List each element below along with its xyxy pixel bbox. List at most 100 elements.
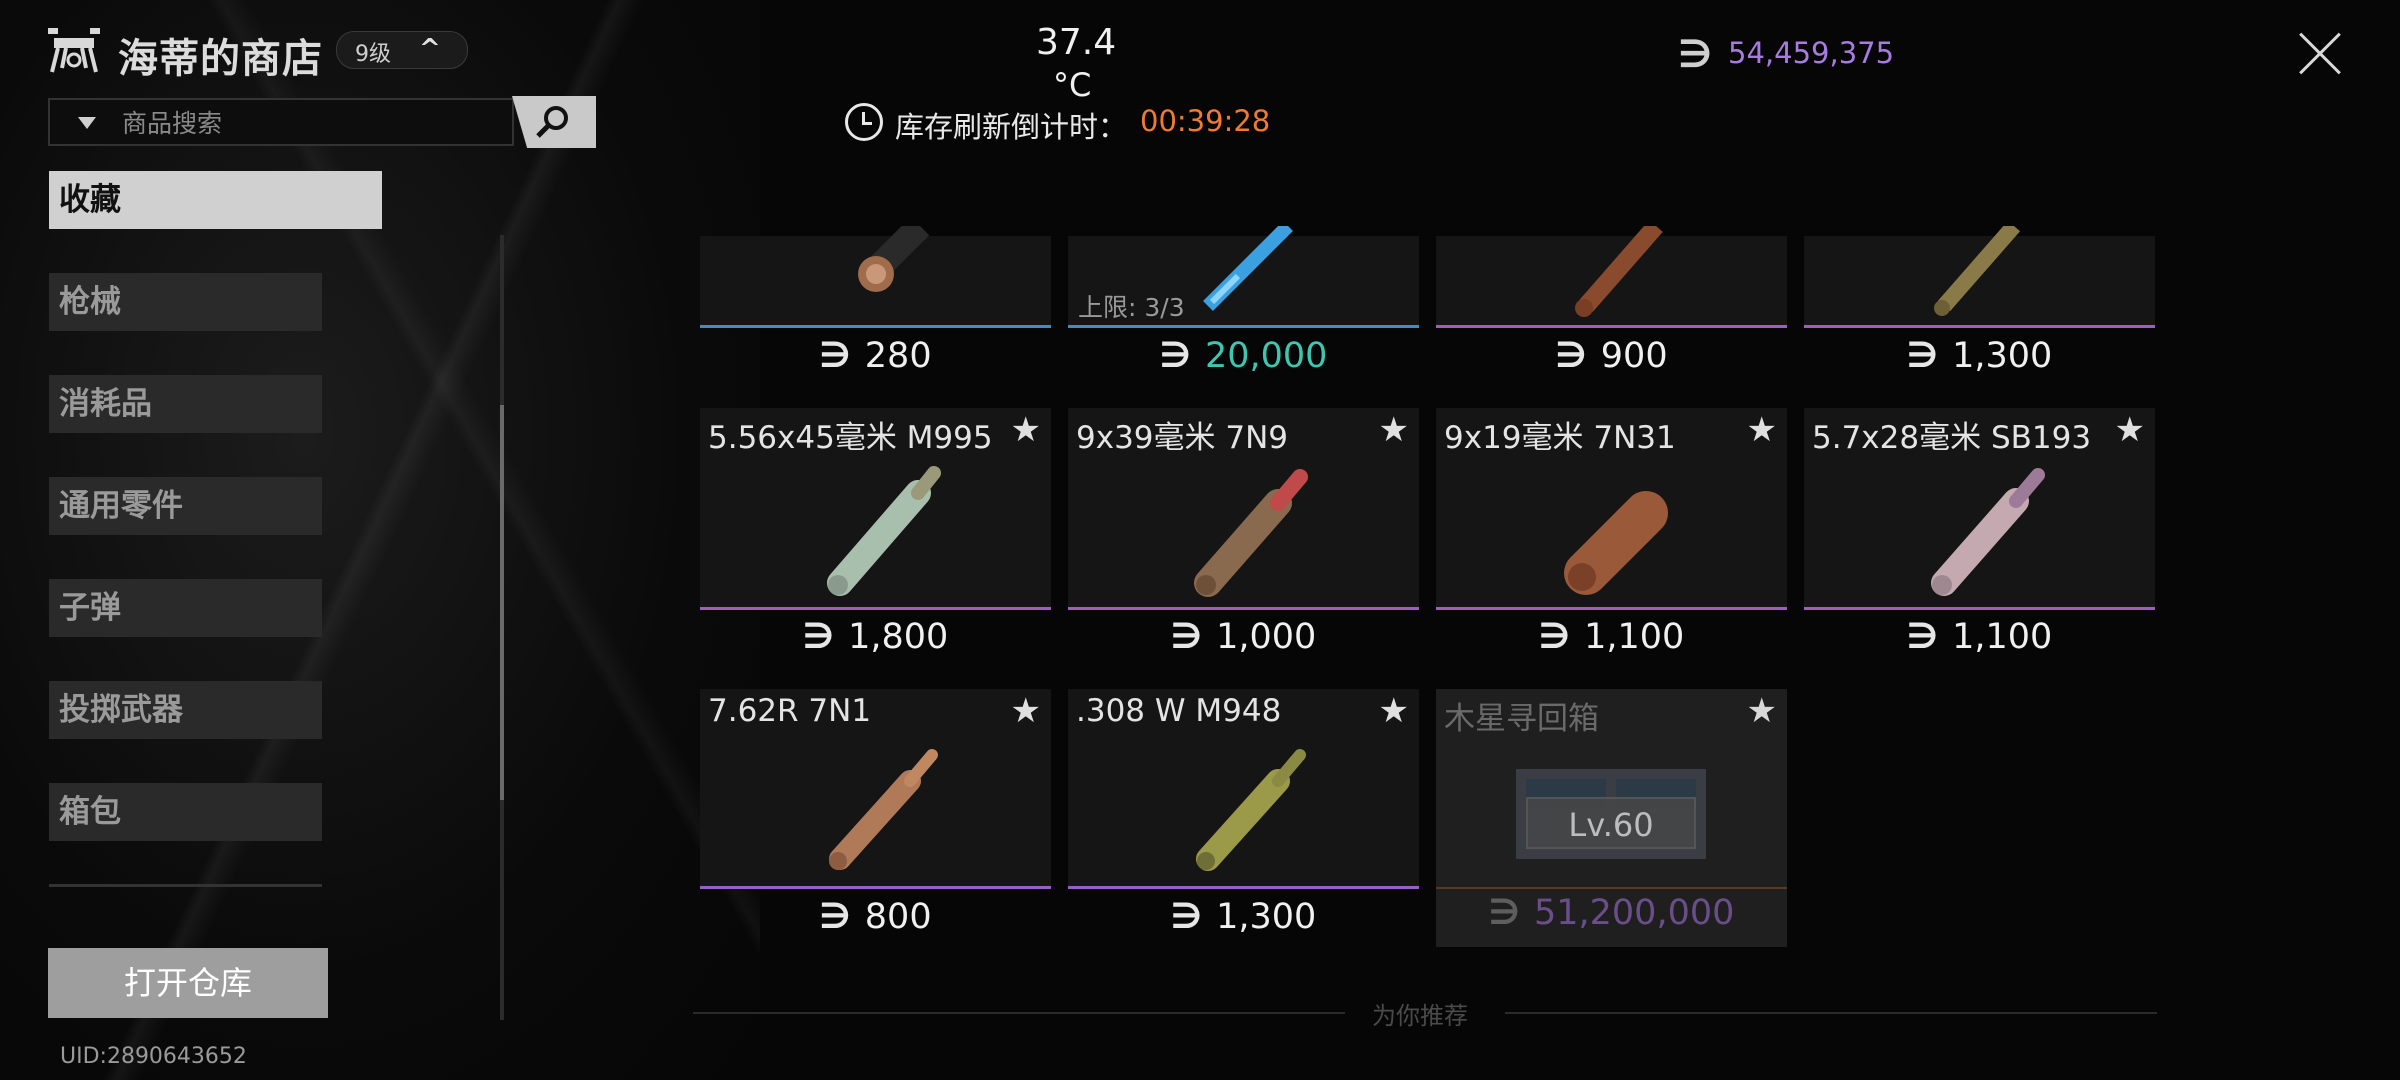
dropdown-triangle-icon[interactable] bbox=[78, 117, 96, 129]
currency-icon: ∋ bbox=[819, 336, 851, 376]
price-label: ∋ 1,000 bbox=[1068, 617, 1419, 657]
syringe-icon bbox=[1203, 226, 1293, 311]
rarity-bar bbox=[1436, 887, 1787, 889]
price-label: ∋ 51,200,000 bbox=[1436, 893, 1787, 933]
open-warehouse-button[interactable]: 打开仓库 bbox=[48, 948, 328, 1018]
price-label: ∋ 280 bbox=[700, 336, 1051, 376]
item-card[interactable]: 7.62R 7N1 ★ bbox=[700, 689, 1051, 889]
price-value: 280 bbox=[864, 336, 932, 376]
bullet-icon bbox=[1564, 491, 1668, 595]
bullet-icon bbox=[1194, 469, 1308, 597]
currency-icon: ∋ bbox=[819, 897, 851, 937]
divider-right bbox=[1505, 1012, 2157, 1014]
favorite-star-icon[interactable]: ★ bbox=[1379, 410, 1409, 450]
refresh-countdown: 00:39:28 bbox=[1140, 104, 1271, 138]
limit-label: 上限: bbox=[1078, 293, 1137, 322]
shop-title: 海蒂的商店 bbox=[118, 36, 323, 82]
favorite-star-icon[interactable]: ★ bbox=[1747, 410, 1777, 450]
currency-icon: ∋ bbox=[1678, 32, 1713, 76]
balance-value: 54,459,375 bbox=[1728, 36, 1895, 70]
favorite-star-icon[interactable]: ★ bbox=[1379, 691, 1409, 731]
temperature-value: 37.4 bbox=[1036, 22, 1117, 63]
price-label: ∋ 1,300 bbox=[1804, 336, 2155, 376]
bullet-icon bbox=[1931, 468, 2045, 596]
close-button[interactable] bbox=[2296, 30, 2344, 78]
currency-icon: ∋ bbox=[1906, 336, 1939, 376]
sidebar-item-ammo[interactable]: 子弹 bbox=[49, 579, 322, 637]
favorite-star-icon[interactable]: ★ bbox=[2115, 410, 2145, 450]
price-label: ∋ 800 bbox=[700, 897, 1051, 937]
sidebar-item-throwables[interactable]: 投掷武器 bbox=[49, 681, 322, 739]
currency-icon: ∋ bbox=[1555, 336, 1587, 376]
rarity-bar bbox=[1804, 325, 2155, 328]
price-value: 1,300 bbox=[1216, 897, 1317, 937]
rarity-bar bbox=[700, 325, 1051, 328]
price-value: 1,100 bbox=[1584, 617, 1685, 657]
uid-label: UID:2890643652 bbox=[60, 1044, 247, 1069]
currency-icon: ∋ bbox=[1488, 893, 1520, 933]
search-button[interactable] bbox=[512, 96, 596, 148]
divider-left bbox=[693, 1012, 1345, 1014]
favorite-star-icon[interactable]: ★ bbox=[1011, 410, 1041, 450]
bullet-icon bbox=[1575, 226, 1663, 317]
limit-text: 上限: 3/3 bbox=[1078, 288, 1185, 324]
currency-icon: ∋ bbox=[1159, 336, 1191, 376]
item-name: 7.62R 7N1 bbox=[708, 693, 872, 729]
price-value: 800 bbox=[864, 897, 932, 937]
item-name: 9x19毫米 7N31 bbox=[1444, 420, 1676, 456]
level-badge[interactable]: 9级 ^ bbox=[336, 31, 468, 69]
item-card[interactable] bbox=[1436, 226, 1787, 328]
sidebar-item-parts[interactable]: 通用零件 bbox=[49, 477, 322, 535]
price-value: 1,100 bbox=[1952, 617, 2053, 657]
rarity-bar bbox=[1068, 325, 1419, 328]
price-value: 20,000 bbox=[1204, 336, 1328, 376]
clock-icon bbox=[845, 103, 883, 141]
level-label: 9级 bbox=[355, 42, 391, 67]
rarity-bar bbox=[1068, 607, 1419, 610]
price-label: ∋ 1,100 bbox=[1804, 617, 2155, 657]
item-card[interactable]: 9x39毫米 7N9 ★ bbox=[1068, 408, 1419, 610]
rarity-bar bbox=[1804, 607, 2155, 610]
rarity-bar bbox=[700, 607, 1051, 610]
temperature-unit: °C bbox=[1053, 66, 1092, 104]
sidebar-item-favorites[interactable]: 收藏 bbox=[49, 171, 382, 229]
bullet-icon bbox=[1196, 749, 1306, 871]
sidebar-scrollbar-thumb[interactable] bbox=[500, 405, 504, 800]
price-label: ∋ 1,800 bbox=[700, 617, 1051, 657]
item-name: .308 W M948 bbox=[1076, 693, 1282, 729]
item-card[interactable]: 上限: 3/3 bbox=[1068, 226, 1419, 328]
bullet-icon bbox=[827, 466, 941, 596]
favorite-star-icon[interactable]: ★ bbox=[1011, 691, 1041, 731]
favorite-star-icon[interactable]: ★ bbox=[1747, 691, 1777, 731]
currency-icon: ∋ bbox=[1170, 617, 1203, 657]
rarity-bar bbox=[700, 886, 1051, 889]
item-card-locked[interactable]: 木星寻回箱 ★ Lv.60 ∋ 51,200,000 bbox=[1436, 689, 1787, 947]
shop-logo-icon bbox=[48, 28, 100, 73]
sidebar-item-consumables[interactable]: 消耗品 bbox=[49, 375, 322, 433]
sidebar-item-bags[interactable]: 箱包 bbox=[49, 783, 322, 841]
sidebar-item-firearms[interactable]: 枪械 bbox=[49, 273, 322, 331]
item-card[interactable]: 5.56x45毫米 M995 ★ bbox=[700, 408, 1051, 610]
item-card[interactable]: 9x19毫米 7N31 ★ bbox=[1436, 408, 1787, 610]
price-value: 1,300 bbox=[1952, 336, 2053, 376]
item-card[interactable]: .308 W M948 ★ bbox=[1068, 689, 1419, 889]
recommend-label: 为你推荐 bbox=[1372, 1002, 1468, 1030]
price-value: 900 bbox=[1600, 336, 1668, 376]
shotgun-shell-icon bbox=[858, 226, 930, 292]
price-value: 51,200,000 bbox=[1533, 893, 1735, 933]
search-input[interactable] bbox=[120, 104, 504, 142]
bullet-icon bbox=[1934, 226, 2021, 316]
limit-value: 3/3 bbox=[1144, 293, 1185, 322]
rarity-bar bbox=[1436, 325, 1787, 328]
price-value: 1,800 bbox=[848, 617, 949, 657]
item-name: 5.7x28毫米 SB193 bbox=[1812, 420, 2092, 456]
item-card[interactable]: 5.7x28毫米 SB193 ★ bbox=[1804, 408, 2155, 610]
rarity-bar bbox=[1436, 607, 1787, 610]
item-card[interactable] bbox=[1804, 226, 2155, 328]
sidebar-divider bbox=[49, 884, 322, 887]
currency-icon: ∋ bbox=[1170, 897, 1203, 937]
price-label: ∋ 1,300 bbox=[1068, 897, 1419, 937]
item-card[interactable] bbox=[700, 226, 1051, 328]
search-bar bbox=[48, 98, 514, 146]
item-name: 5.56x45毫米 M995 bbox=[708, 420, 993, 456]
